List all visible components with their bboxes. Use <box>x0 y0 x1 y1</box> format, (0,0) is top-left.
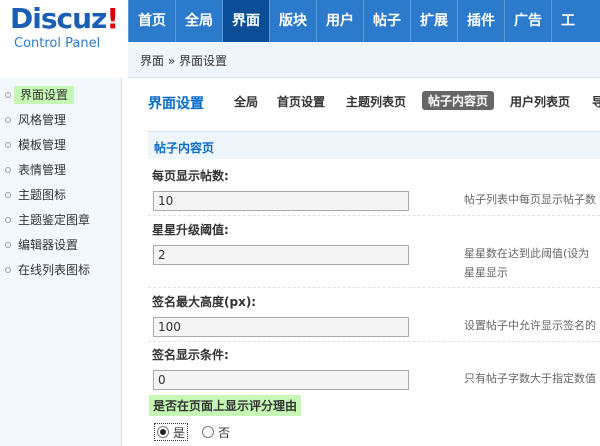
sidebar-item-label: 风格管理 <box>18 113 67 127</box>
star-threshold-input[interactable] <box>153 245 409 265</box>
nav-item-extensions[interactable]: 扩展 <box>410 0 457 42</box>
row-divider <box>148 287 600 288</box>
section-header: 帖子内容页 <box>148 131 600 159</box>
sidebar-item-label: 在线列表图标 <box>18 263 91 277</box>
signature-condition-input[interactable] <box>153 370 409 390</box>
nav-item-home[interactable]: 首页 <box>128 0 175 42</box>
sidebar-item-styles[interactable]: 风格管理 <box>0 108 121 133</box>
nav-item-global[interactable]: 全局 <box>175 0 222 42</box>
tab-home-settings[interactable]: 首页设置 <box>277 93 325 110</box>
radio-option-yes[interactable]: 是 <box>154 423 189 441</box>
bullet-icon <box>5 92 11 98</box>
nav-item-plugins[interactable]: 插件 <box>457 0 504 42</box>
radio-label-yes: 是 <box>173 425 186 440</box>
sidebar-item-label: 主题鉴定图章 <box>18 213 91 227</box>
sidebar-item-interface-settings[interactable]: 界面设置 <box>0 83 121 108</box>
bullet-icon <box>5 167 11 173</box>
nav-item-interface[interactable]: 界面 <box>222 0 269 42</box>
bullet-icon <box>5 217 11 223</box>
bullet-icon <box>5 192 11 198</box>
posts-per-page-input[interactable] <box>153 191 409 211</box>
bullet-icon <box>5 117 11 123</box>
sidebar-item-online-icons[interactable]: 在线列表图标 <box>0 258 121 283</box>
main-nav: 首页 全局 界面 版块 用户 帖子 扩展 插件 广告 工 <box>128 0 584 42</box>
nav-item-users[interactable]: 用户 <box>316 0 363 42</box>
radio-unchecked-icon <box>202 426 215 438</box>
sidebar-item-templates[interactable]: 模板管理 <box>0 133 121 158</box>
sidebar-item-label: 界面设置 <box>14 86 75 104</box>
sidebar-item-editor-settings[interactable]: 编辑器设置 <box>0 233 121 258</box>
sidebar-item-thread-stamps[interactable]: 主题鉴定图章 <box>0 208 121 233</box>
nav-item-posts[interactable]: 帖子 <box>363 0 410 42</box>
nav-item-forums[interactable]: 版块 <box>269 0 316 42</box>
logo-text: Discuz! <box>10 2 119 35</box>
field-hint: 只有帖子字数大于指定数值 <box>464 372 596 385</box>
field-hint: 星星数在达到此阈值(设为 <box>464 247 590 260</box>
tab-post-view[interactable]: 帖子内容页 <box>422 91 495 110</box>
row-divider <box>148 341 600 342</box>
tabs-title: 界面设置 <box>148 96 204 112</box>
tab-thread-list[interactable]: 主题列表页 <box>346 93 406 110</box>
nav-item-ads[interactable]: 广告 <box>504 0 551 42</box>
sidebar-item-thread-icons[interactable]: 主题图标 <box>0 183 121 208</box>
logo-subtitle: Control Panel <box>14 36 101 51</box>
field-label-rating-reason: 是否在页面上显示评分理由 <box>149 395 302 416</box>
sidebar: 界面设置 风格管理 模板管理 表情管理 主题图标 主题鉴定图章 编辑器设置 在线… <box>0 78 122 446</box>
section-title: 帖子内容页 <box>154 141 215 155</box>
bullet-icon <box>5 242 11 248</box>
sidebar-item-label: 编辑器设置 <box>18 238 79 252</box>
rating-reason-radio-group: 是 否 <box>154 422 230 442</box>
radio-option-no[interactable]: 否 <box>202 424 230 441</box>
breadcrumb-bar: 界面 » 界面设置 <box>128 42 600 78</box>
sidebar-item-label: 表情管理 <box>18 163 67 177</box>
field-hint-continued: 星星显示 <box>464 266 508 279</box>
row-divider <box>148 215 600 216</box>
nav-item-tools[interactable]: 工 <box>551 0 584 42</box>
bullet-icon <box>5 142 11 148</box>
bullet-icon <box>5 267 11 273</box>
tab-global[interactable]: 全局 <box>234 93 258 110</box>
field-hint: 设置帖子中允许显示签名的 <box>464 319 596 332</box>
tab-more[interactable]: 导 <box>592 93 600 110</box>
field-hint: 帖子列表中每页显示帖子数 <box>464 193 596 206</box>
field-label-posts-per-page: 每页显示帖数: <box>152 169 229 183</box>
main-content: 界面设置 全局 首页设置 主题列表页 帖子内容页 用户列表页 导 帖子内容页 每… <box>122 79 600 446</box>
field-label-signature-condition: 签名显示条件: <box>152 348 229 362</box>
logo[interactable]: Discuz! Control Panel <box>0 0 128 78</box>
radio-checked-icon <box>157 426 169 438</box>
field-label-signature-height: 签名最大高度(px): <box>152 295 257 309</box>
field-label-star-threshold: 星星升级阈值: <box>152 223 229 237</box>
sidebar-item-smilies[interactable]: 表情管理 <box>0 158 121 183</box>
tab-member-list[interactable]: 用户列表页 <box>510 93 570 110</box>
sidebar-item-label: 主题图标 <box>18 188 67 202</box>
breadcrumb: 界面 » 界面设置 <box>140 54 227 68</box>
radio-label-no: 否 <box>218 425 231 440</box>
tab-bar: 界面设置 全局 首页设置 主题列表页 帖子内容页 用户列表页 导 <box>122 79 600 123</box>
signature-height-input[interactable] <box>153 317 409 337</box>
sidebar-item-label: 模板管理 <box>18 138 67 152</box>
